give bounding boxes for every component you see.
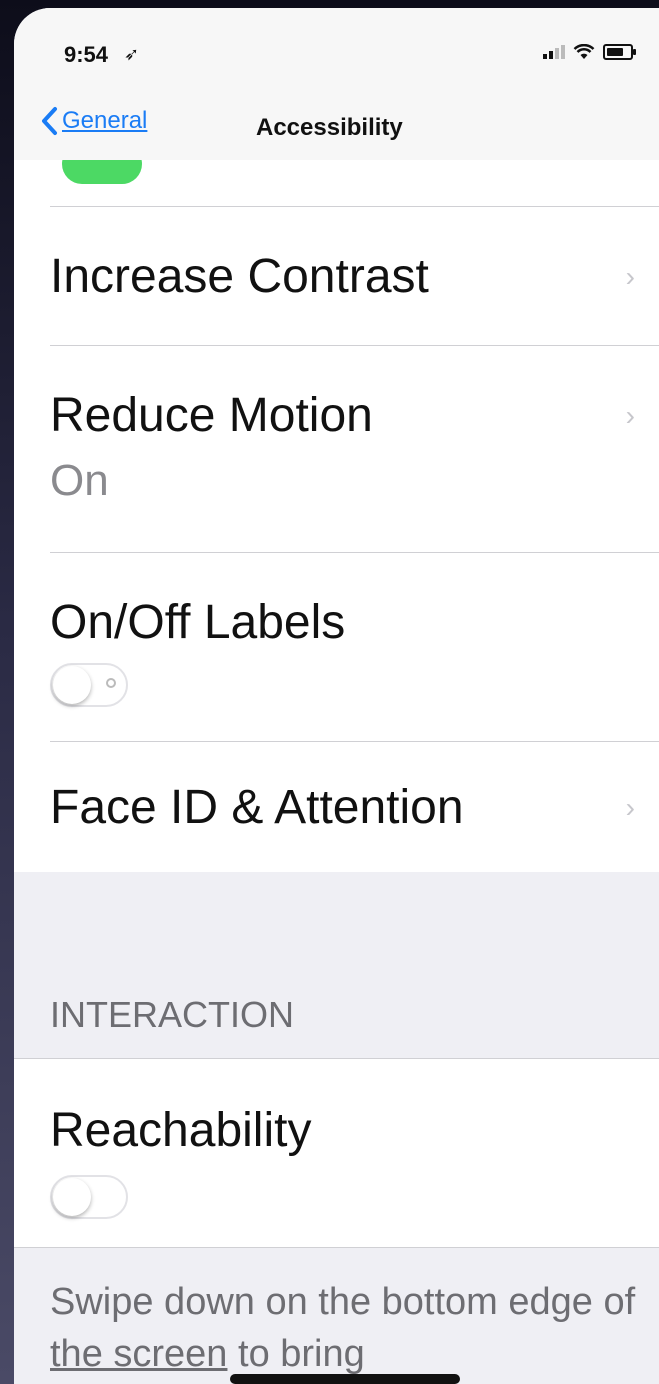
row-title: Face ID & Attention [50, 781, 464, 834]
navigation-bar: General Accessibility [14, 88, 659, 161]
settings-group-vision: Increase Contrast › Reduce Motion On › O… [14, 160, 659, 872]
status-time: 9:54 [64, 42, 109, 67]
chevron-right-icon: › [625, 400, 635, 431]
row-title: On/Off Labels [50, 596, 346, 649]
phone-screen: 9:54 ➶ General Accessibility Increase Co… [14, 8, 659, 1384]
row-title: Increase Contrast [50, 250, 429, 303]
chevron-left-icon [42, 107, 57, 135]
chevron-right-icon: › [625, 792, 635, 823]
location-arrow-icon: ➶ [124, 44, 140, 64]
home-indicator[interactable] [230, 1374, 460, 1384]
section-header: INTERACTION [50, 994, 295, 1035]
row-title: Reachability [50, 1104, 312, 1157]
row-title: Reduce Motion [50, 389, 373, 442]
row-value: On [50, 456, 109, 505]
page-title: Accessibility [256, 114, 403, 141]
row-increase-contrast[interactable]: Increase Contrast › [14, 207, 659, 345]
chevron-right-icon: › [625, 261, 635, 292]
signal-icon [543, 45, 565, 59]
status-bar: 9:54 ➶ [14, 8, 659, 88]
toggle-knob [53, 666, 91, 704]
back-button[interactable]: General [40, 106, 147, 136]
wifi-icon [573, 44, 595, 60]
toggle-off-icon [106, 678, 116, 688]
footer-description: Swipe down on the bottom edge of the scr… [50, 1281, 636, 1375]
on-off-labels-toggle[interactable] [50, 663, 128, 707]
row-reduce-motion[interactable]: Reduce Motion On › [14, 346, 659, 552]
row-reachability: Reachability [14, 1058, 659, 1248]
back-button-label: General [62, 107, 148, 134]
row-on-off-labels: On/Off Labels [14, 553, 659, 741]
status-icons [543, 44, 636, 60]
row-face-id-attention[interactable]: Face ID & Attention › [14, 742, 659, 872]
toggle-knob [53, 1178, 91, 1216]
reachability-toggle[interactable] [50, 1175, 128, 1219]
battery-icon [603, 44, 636, 60]
